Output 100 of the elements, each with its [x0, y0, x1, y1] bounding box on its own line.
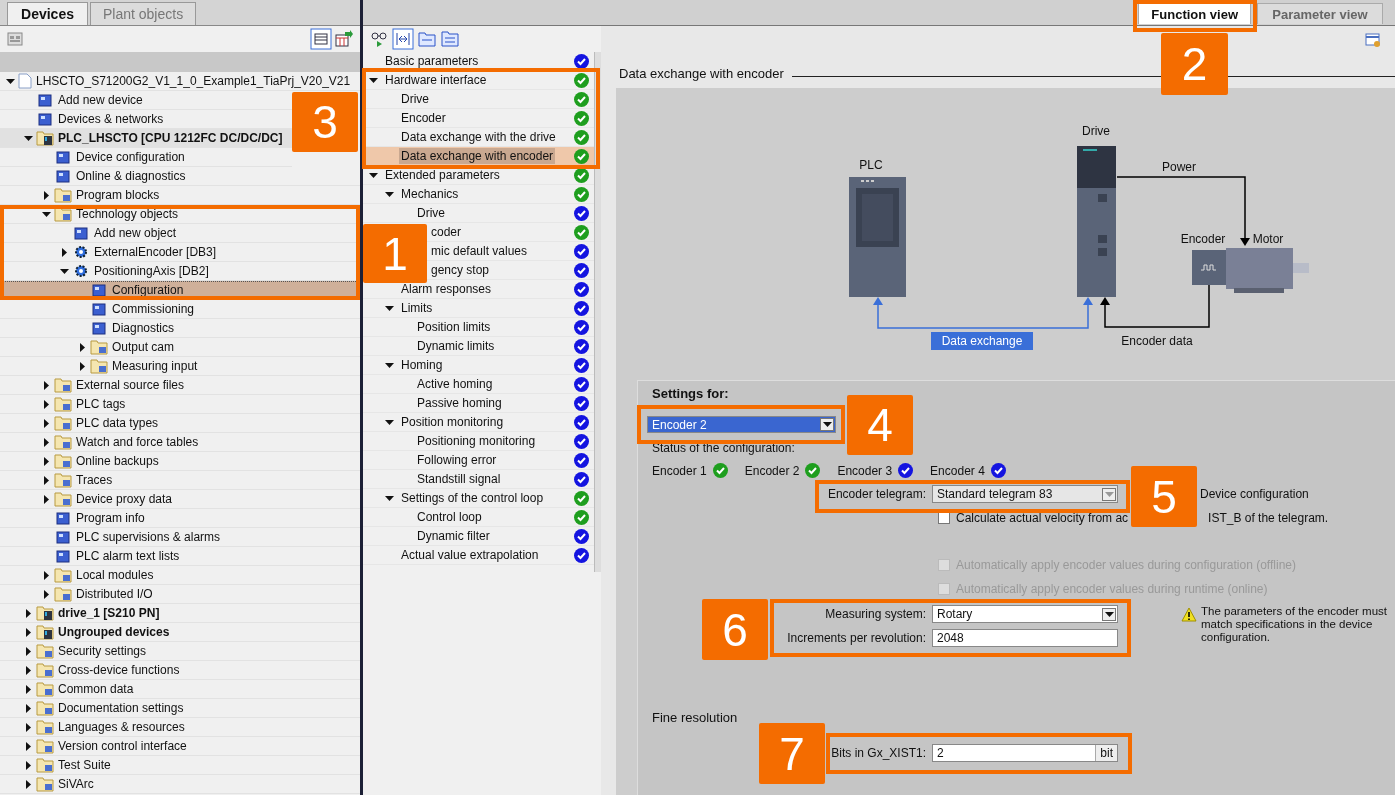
- caret-down-icon[interactable]: [385, 417, 394, 427]
- caret-down-icon[interactable]: [385, 189, 394, 199]
- tree-item[interactable]: drive_1 [S210 PN]: [0, 604, 360, 623]
- caret-down-icon[interactable]: [60, 266, 69, 276]
- view-tab[interactable]: Function view: [1138, 3, 1251, 24]
- tree-item[interactable]: Common data: [0, 680, 360, 699]
- window-settings-icon[interactable]: [1365, 32, 1381, 48]
- tree-item[interactable]: Commissioning: [0, 300, 360, 319]
- input-field[interactable]: 2048: [932, 629, 1118, 647]
- tree-item[interactable]: Online backups: [0, 452, 360, 471]
- tree-item[interactable]: Add new device: [0, 91, 292, 110]
- caret-down-icon[interactable]: [369, 75, 378, 85]
- caret-right-icon[interactable]: [24, 684, 33, 694]
- list-view-icon[interactable]: [310, 28, 332, 50]
- nav-item[interactable]: mic default values: [429, 243, 530, 259]
- tree-item[interactable]: Add new object: [0, 224, 360, 243]
- nav-item[interactable]: Basic parameters: [383, 53, 481, 69]
- nav-item[interactable]: Alarm responses: [399, 281, 494, 297]
- nav-item[interactable]: Active homing: [415, 376, 495, 392]
- tree-item[interactable]: Online & diagnostics: [0, 167, 360, 186]
- caret-right-icon[interactable]: [24, 608, 33, 618]
- nav-item[interactable]: Hardware interface: [383, 72, 489, 88]
- tree-item[interactable]: Local modules: [0, 566, 360, 585]
- tree-item[interactable]: PLC alarm text lists: [0, 547, 360, 566]
- nav-item[interactable]: Positioning monitoring: [415, 433, 538, 449]
- tree-item[interactable]: Measuring input: [0, 357, 360, 376]
- tree-item[interactable]: Distributed I/O: [0, 585, 360, 604]
- nav-item[interactable]: Data exchange with encoder: [399, 148, 556, 164]
- tree-item[interactable]: LHSCTO_S71200G2_V1_1_0_Example1_TiaPrj_V20_V21: [0, 72, 360, 91]
- caret-right-icon[interactable]: [24, 779, 33, 789]
- nav-item[interactable]: Passive homing: [415, 395, 504, 411]
- tree-item[interactable]: PLC data types: [0, 414, 360, 433]
- encoder-dropdown[interactable]: Encoder 2: [647, 416, 836, 433]
- caret-down-icon[interactable]: [42, 209, 51, 219]
- caret-right-icon[interactable]: [24, 741, 33, 751]
- glasses-play-icon[interactable]: [369, 29, 389, 49]
- view-tab[interactable]: Parameter view: [1257, 3, 1383, 24]
- tree-item[interactable]: Documentation settings: [0, 699, 360, 718]
- caret-down-icon[interactable]: [385, 360, 394, 370]
- nav-item[interactable]: Homing: [399, 357, 445, 373]
- caret-right-icon[interactable]: [24, 646, 33, 656]
- nav-item[interactable]: Control loop: [415, 509, 484, 525]
- nav-item[interactable]: Dynamic limits: [415, 338, 497, 354]
- nav-item[interactable]: Extended parameters: [383, 167, 502, 183]
- caret-right-icon[interactable]: [24, 665, 33, 675]
- nav-item[interactable]: gency stop: [429, 262, 492, 278]
- expand-width-icon[interactable]: [392, 28, 414, 50]
- nav-item[interactable]: Settings of the control loop: [399, 490, 546, 506]
- caret-right-icon[interactable]: [42, 456, 51, 466]
- tree-item[interactable]: PLC_LHSCTO [CPU 1212FC DC/DC/DC]: [0, 129, 292, 148]
- nav-item[interactable]: Drive: [415, 205, 447, 221]
- measuring-system-dropdown[interactable]: Rotary: [932, 605, 1118, 623]
- tree-item[interactable]: Program blocks: [0, 186, 360, 205]
- caret-right-icon[interactable]: [24, 703, 33, 713]
- caret-right-icon[interactable]: [60, 247, 69, 257]
- caret-right-icon[interactable]: [42, 437, 51, 447]
- caret-right-icon[interactable]: [42, 589, 51, 599]
- caret-right-icon[interactable]: [24, 722, 33, 732]
- nav-item[interactable]: Mechanics: [399, 186, 461, 202]
- nav-item[interactable]: Position monitoring: [399, 414, 506, 430]
- input-field[interactable]: 2 bit: [932, 744, 1118, 762]
- tree-item[interactable]: Test Suite: [0, 756, 360, 775]
- caret-down-icon[interactable]: [385, 493, 394, 503]
- tree-item[interactable]: Diagnostics: [0, 319, 360, 338]
- tree-item[interactable]: Traces: [0, 471, 360, 490]
- panel-tab[interactable]: Devices: [7, 2, 88, 25]
- caret-right-icon[interactable]: [42, 418, 51, 428]
- tree-item[interactable]: PLC tags: [0, 395, 360, 414]
- caret-down-icon[interactable]: [369, 170, 378, 180]
- tree-item[interactable]: Output cam: [0, 338, 360, 357]
- caret-down-icon[interactable]: [24, 133, 33, 143]
- nav-item[interactable]: Dynamic filter: [415, 528, 492, 544]
- caret-right-icon[interactable]: [24, 627, 33, 637]
- caret-right-icon[interactable]: [42, 399, 51, 409]
- tree-item[interactable]: Program info: [0, 509, 360, 528]
- nav-item[interactable]: Limits: [399, 300, 435, 316]
- caret-down-icon[interactable]: [385, 303, 394, 313]
- tree-item[interactable]: External source files: [0, 376, 360, 395]
- tree-item[interactable]: PLC supervisions & alarms: [0, 528, 360, 547]
- caret-right-icon[interactable]: [78, 361, 87, 371]
- caret-down-icon[interactable]: [6, 76, 15, 86]
- caret-right-icon[interactable]: [24, 760, 33, 770]
- nav-item[interactable]: Data exchange with the drive: [399, 129, 558, 145]
- tree-item[interactable]: SiVArc: [0, 775, 360, 794]
- tree-item[interactable]: Version control interface: [0, 737, 360, 756]
- tree-item[interactable]: Device configuration: [0, 148, 292, 167]
- nav-item[interactable]: Encoder: [399, 110, 448, 126]
- tree-item[interactable]: Cross-device functions: [0, 661, 360, 680]
- tree-item[interactable]: Watch and force tables: [0, 433, 360, 452]
- caret-right-icon[interactable]: [42, 190, 51, 200]
- tree-item[interactable]: Security settings: [0, 642, 360, 661]
- caret-right-icon[interactable]: [42, 475, 51, 485]
- nav-item[interactable]: Standstill signal: [415, 471, 503, 487]
- tree-item[interactable]: Languages & resources: [0, 718, 360, 737]
- nav-item[interactable]: coder: [429, 224, 464, 240]
- nav-item[interactable]: Position limits: [415, 319, 493, 335]
- caret-right-icon[interactable]: [42, 380, 51, 390]
- tree-item[interactable]: ExternalEncoder [DB3]: [0, 243, 360, 262]
- nav-item[interactable]: Following error: [415, 452, 499, 468]
- tree-item[interactable]: Technology objects: [0, 205, 360, 224]
